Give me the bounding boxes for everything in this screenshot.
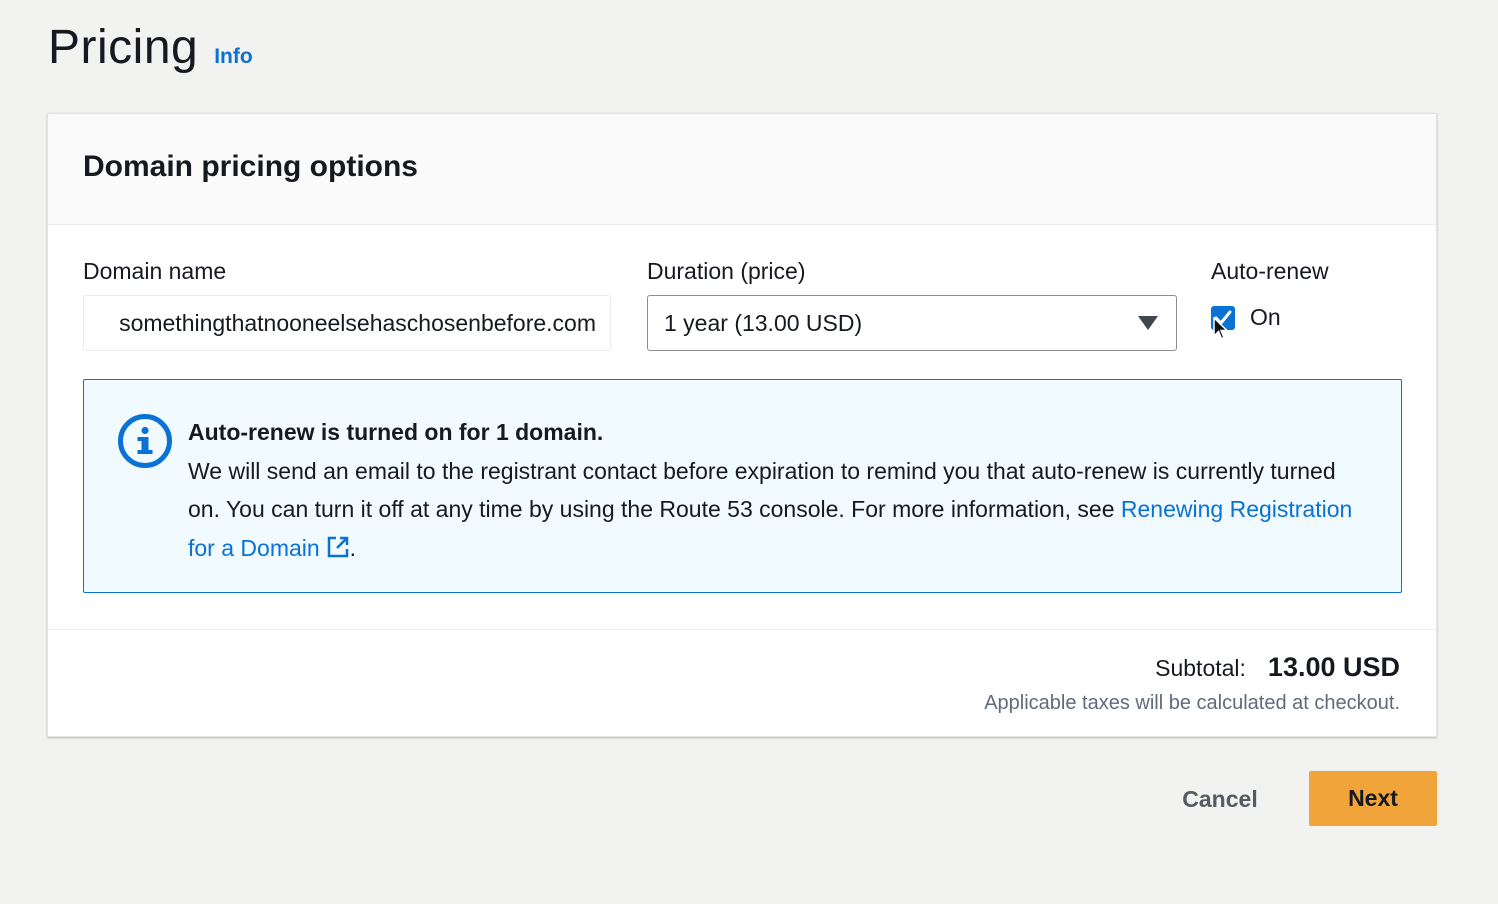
auto-renew-label: Auto-renew (1211, 258, 1329, 284)
subtotal-row: Subtotal: 13.00 USD (1155, 652, 1400, 683)
alert-body: Auto-renew is turned on for 1 domain. We… (188, 413, 1368, 567)
cancel-button[interactable]: Cancel (1160, 772, 1280, 826)
caret-down-icon (1138, 316, 1158, 330)
duration-select[interactable]: 1 year (13.00 USD) (647, 295, 1177, 351)
domain-name-input[interactable]: somethingthatnooneelsehaschosenbefore.co… (83, 295, 611, 351)
domain-name-label: Domain name (83, 258, 227, 284)
external-link-icon (327, 536, 348, 557)
domain-name-value: somethingthatnooneelsehaschosenbefore.co… (119, 309, 596, 336)
duration-label: Duration (price) (647, 258, 806, 284)
next-button[interactable]: Next (1309, 771, 1437, 826)
info-link[interactable]: Info (214, 45, 252, 69)
alert-trailing-period: . (349, 534, 357, 561)
card-header: Domain pricing options (48, 114, 1436, 225)
page-title: Pricing (48, 21, 199, 74)
alert-title: Auto-renew is turned on for 1 domain. (188, 419, 604, 445)
auto-renew-checkbox-label: On (1250, 304, 1281, 330)
auto-renew-alert: Auto-renew is turned on for 1 domain. We… (83, 379, 1402, 593)
tax-note: Applicable taxes will be calculated at c… (984, 692, 1400, 714)
card-footer: Subtotal: 13.00 USD Applicable taxes wil… (48, 629, 1436, 737)
mouse-cursor-icon (1213, 317, 1229, 340)
subtotal-value: 13.00 USD (1267, 652, 1400, 682)
domain-pricing-card: Domain pricing options Domain name somet… (47, 113, 1437, 737)
card-title: Domain pricing options (83, 150, 418, 183)
info-circle-icon (118, 414, 172, 468)
page-header: Pricing Info (48, 20, 253, 75)
subtotal-label: Subtotal: (1155, 655, 1246, 681)
duration-selected-value: 1 year (13.00 USD) (664, 309, 863, 336)
